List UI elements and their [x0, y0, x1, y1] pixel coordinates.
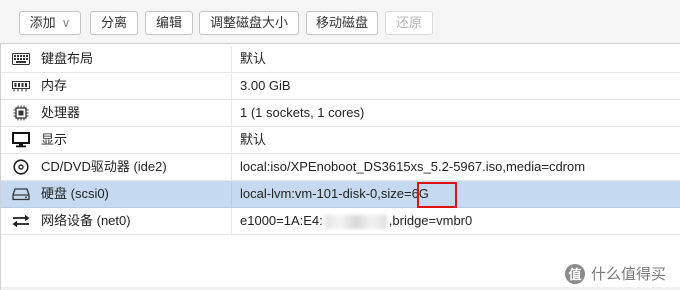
chevron-down-icon: ∨ [61, 16, 71, 30]
row-value: 默认 [240, 132, 267, 147]
mac-suffix: ,bridge=vmbr0 [388, 213, 473, 228]
watermark-text: 什么值得买 [590, 266, 666, 283]
resize-disk-button-label: 调整磁盘大小 [209, 15, 288, 30]
edit-button-label: 编辑 [155, 15, 182, 30]
toolbar: 添加 ∨ 分离 编辑 调整磁盘大小 移动磁盘 还原 [0, 0, 680, 44]
list-item[interactable]: 处理器 1 (1 sockets, 1 cores) [1, 100, 680, 127]
move-disk-button-label: 移动磁盘 [315, 15, 368, 30]
keyboard-icon [11, 50, 31, 68]
revert-button[interactable]: 还原 [385, 11, 433, 35]
memory-icon [11, 77, 31, 95]
edit-button[interactable]: 编辑 [145, 11, 193, 35]
add-button-label: 添加 [29, 15, 56, 30]
cpu-icon [11, 104, 31, 122]
row-name: 硬盘 (scsi0) [41, 186, 109, 201]
redacted-mac [324, 214, 387, 229]
hardware-panel: 添加 ∨ 分离 编辑 调整磁盘大小 移动磁盘 还原 键盘布局 默认 内存 3.0… [0, 0, 680, 290]
row-value: 默认 [240, 51, 267, 66]
revert-button-label: 还原 [395, 15, 422, 30]
network-exchange-icon [11, 212, 31, 230]
row-value: local-lvm:vm-101-disk-0,size=6G [240, 186, 429, 201]
detach-button-label: 分离 [100, 15, 127, 30]
list-item[interactable]: 内存 3.00 GiB [1, 73, 680, 100]
cdrom-icon [11, 158, 31, 176]
watermark-logo-icon: 值 [564, 263, 585, 284]
row-name: 内存 [41, 78, 68, 93]
harddisk-icon [11, 185, 31, 203]
detach-button[interactable]: 分离 [90, 11, 138, 35]
move-disk-button[interactable]: 移动磁盘 [306, 11, 378, 35]
resize-disk-button[interactable]: 调整磁盘大小 [199, 11, 299, 35]
monitor-icon [11, 131, 31, 149]
row-name: 处理器 [41, 105, 81, 120]
row-value: 1 (1 sockets, 1 cores) [240, 105, 365, 120]
row-name: CD/DVD驱动器 (ide2) [41, 159, 167, 174]
hardware-list: 键盘布局 默认 内存 3.00 GiB 处理器 1 (1 sockets, 1 … [0, 44, 680, 290]
list-item[interactable]: CD/DVD驱动器 (ide2) local:iso/XPEnoboot_DS3… [1, 154, 680, 181]
row-name: 键盘布局 [41, 51, 94, 66]
add-button[interactable]: 添加 ∨ [19, 11, 81, 35]
row-name: 显示 [41, 132, 68, 147]
list-item-selected[interactable]: 硬盘 (scsi0) local-lvm:vm-101-disk-0,size=… [1, 181, 680, 208]
row-value: local:iso/XPEnoboot_DS3615xs_5.2-5967.is… [240, 159, 586, 174]
list-item[interactable]: 网络设备 (net0) e1000=1A:E4: ,bridge=vmbr0 [1, 208, 680, 235]
row-value: e1000=1A:E4: ,bridge=vmbr0 [240, 208, 472, 234]
row-name: 网络设备 (net0) [41, 213, 131, 228]
row-value: 3.00 GiB [240, 78, 291, 93]
watermark: 值 什么值得买 [564, 263, 666, 284]
mac-prefix: e1000=1A:E4: [240, 213, 323, 228]
list-item[interactable]: 键盘布局 默认 [1, 46, 680, 73]
list-item[interactable]: 显示 默认 [1, 127, 680, 154]
